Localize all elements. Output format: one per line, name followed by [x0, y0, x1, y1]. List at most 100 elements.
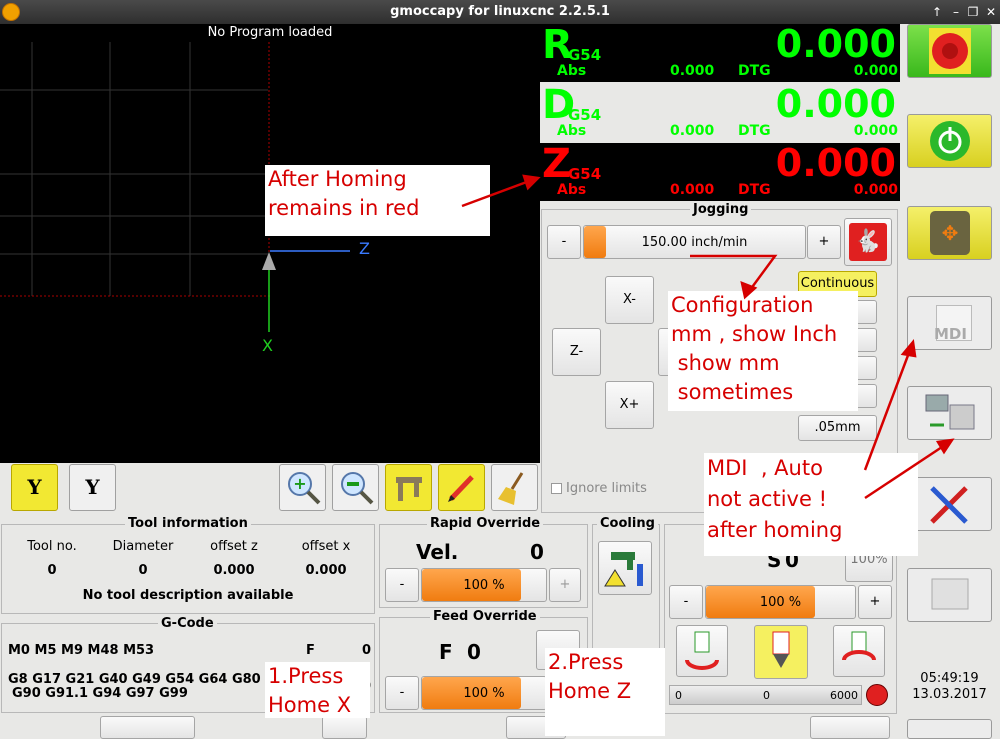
dro-dtg-value: 0.000: [853, 63, 898, 79]
pencil-icon: [448, 475, 474, 502]
bottom-button-4[interactable]: [810, 716, 890, 739]
dro-d[interactable]: D G54 0.000 Abs 0.000 DTG 0.000: [540, 82, 900, 142]
annotation-config-line2: mm , show Inch: [671, 322, 838, 346]
spindle-ccw-icon: [842, 631, 876, 661]
spindle-bar-mid: 0: [763, 689, 770, 702]
view-y-rotated-button[interactable]: Y: [69, 464, 116, 511]
minimize-icon[interactable]: –: [947, 3, 965, 21]
clear-preview-button[interactable]: [491, 464, 538, 511]
dro-dtg-value: 0.000: [853, 182, 898, 198]
annotation-config-line3: show mm: [671, 351, 780, 375]
tool-header-number: Tool no.: [27, 539, 77, 554]
view-y-button[interactable]: Y: [11, 464, 58, 511]
mdi-mode-button[interactable]: MDI: [907, 296, 992, 350]
tool-offset-x-value: 0.000: [305, 563, 347, 578]
dro-z[interactable]: Z G54 0.000 Abs 0.000 DTG 0.000: [540, 141, 900, 201]
rapid-override-title: Rapid Override: [427, 516, 544, 531]
spindle-minus-button[interactable]: -: [669, 585, 703, 619]
spindle-speed-bar: 0 0 6000: [669, 685, 862, 705]
dro-coord-system: G54: [568, 106, 602, 124]
dro-coord-system: G54: [568, 165, 602, 183]
spindle-bar-min: 0: [675, 689, 682, 702]
dro-abs-label: Abs: [557, 63, 587, 79]
maximize-arrow-icon[interactable]: ↑: [928, 3, 946, 21]
jogging-title: Jogging: [690, 202, 752, 217]
spindle-override-slider[interactable]: 100 %: [705, 585, 856, 619]
tool-info-title: Tool information: [125, 516, 251, 531]
cooling-title: Cooling: [597, 516, 658, 531]
active-gcodes-line2: G90 G91.1 G94 G97 G99: [12, 686, 188, 701]
spindle-stop-button[interactable]: [754, 625, 808, 679]
ignore-limits-label: Ignore limits: [566, 481, 647, 496]
annotation-home-z-line2: Home Z: [548, 679, 632, 703]
annotation-homing-line2: remains in red: [268, 196, 420, 220]
jog-speed-slider[interactable]: 150.00 inch/min: [583, 225, 806, 259]
tool-header-offset-z: offset z: [210, 539, 258, 554]
zoom-out-button[interactable]: [332, 464, 379, 511]
zoom-in-button[interactable]: +: [279, 464, 326, 511]
coolant-tap-icon: [604, 552, 643, 587]
estop-button[interactable]: [907, 24, 992, 78]
jog-increment-05mm-button[interactable]: .05mm: [798, 415, 877, 441]
jog-x-minus-button[interactable]: X-: [605, 276, 654, 324]
exit-button[interactable]: [907, 719, 992, 739]
restore-icon[interactable]: ❐: [964, 3, 982, 21]
tool-number-value: 0: [47, 563, 57, 578]
jog-speed-plus-button[interactable]: +: [807, 225, 841, 259]
jog-speed-minus-button[interactable]: -: [547, 225, 581, 259]
spindle-plus-button[interactable]: +: [858, 585, 892, 619]
preview-grid: [0, 42, 350, 332]
program-status: No Program loaded: [207, 25, 333, 40]
bottom-button-1[interactable]: [100, 716, 195, 739]
rapid-minus-button[interactable]: -: [385, 568, 419, 602]
dro-abs-value: 0.000: [670, 63, 715, 79]
feed-override-title: Feed Override: [430, 609, 540, 624]
clock-date: 13.03.2017: [912, 687, 987, 702]
annotation-mdi-line1: MDI , Auto: [707, 456, 823, 480]
spindle-at-speed-led: [866, 684, 888, 706]
x-axis-label: X: [262, 336, 273, 355]
clock: 05:49:19 13.03.2017: [907, 671, 992, 703]
rapid-plus-button[interactable]: +: [549, 568, 581, 602]
ignore-limits-checkbox[interactable]: [551, 483, 562, 494]
zoom-in-icon: +: [288, 472, 321, 505]
dro-abs-label: Abs: [557, 182, 587, 198]
annotation-mdi-line3: after homing: [707, 518, 843, 542]
rapid-vel-label: Vel.: [416, 540, 459, 564]
gcode-preview[interactable]: Z X: [0, 24, 540, 463]
close-icon[interactable]: ✕: [982, 3, 1000, 21]
auto-mode-button[interactable]: [907, 386, 992, 440]
rapid-override-value: 100 %: [463, 578, 505, 593]
manual-mode-button[interactable]: ✥: [907, 206, 992, 260]
jog-turtle-rabbit-button[interactable]: 🐇: [844, 218, 892, 266]
annotation-home-z-line1: 2.Press: [548, 650, 624, 674]
tool-header-offset-x: offset x: [301, 539, 351, 554]
jog-x-plus-button[interactable]: X+: [605, 381, 654, 429]
dro-r[interactable]: R G54 0.000 Abs 0.000 DTG 0.000: [540, 22, 900, 82]
annotation-config-line1: Configuration: [671, 293, 814, 317]
feed-minus-button[interactable]: -: [385, 676, 419, 710]
emergency-stop-icon: [929, 28, 971, 74]
user-tabs-button[interactable]: [907, 568, 992, 622]
jog-z-minus-button[interactable]: Z-: [552, 328, 601, 376]
dro-value: 0.000: [775, 22, 896, 66]
edit-button[interactable]: [438, 464, 485, 511]
spindle-reverse-button[interactable]: [833, 625, 885, 677]
window-title: gmoccapy for linuxcnc 2.2.5.1: [390, 4, 610, 19]
spindle-bar-max: 6000: [830, 689, 858, 702]
machine-power-button[interactable]: [907, 114, 992, 168]
arrow-head-auto: [935, 438, 955, 455]
feed-override-value: 100 %: [463, 686, 505, 701]
gcode-title: G-Code: [158, 616, 217, 631]
active-mcodes: M0 M5 M9 M48 M53: [8, 643, 155, 658]
rapid-override-slider[interactable]: 100 %: [421, 568, 547, 602]
tool-header-diameter: Diameter: [112, 539, 174, 554]
jog-speed-value: 150.00 inch/min: [641, 235, 748, 250]
coolant-button[interactable]: [598, 541, 652, 595]
feed-override-slider[interactable]: 100 %: [421, 676, 547, 710]
zoom-out-icon: [341, 472, 374, 505]
settings-button[interactable]: [907, 477, 992, 531]
dro-axis-letter: Z: [542, 141, 572, 187]
spindle-forward-button[interactable]: [676, 625, 728, 677]
measure-button[interactable]: [385, 464, 432, 511]
